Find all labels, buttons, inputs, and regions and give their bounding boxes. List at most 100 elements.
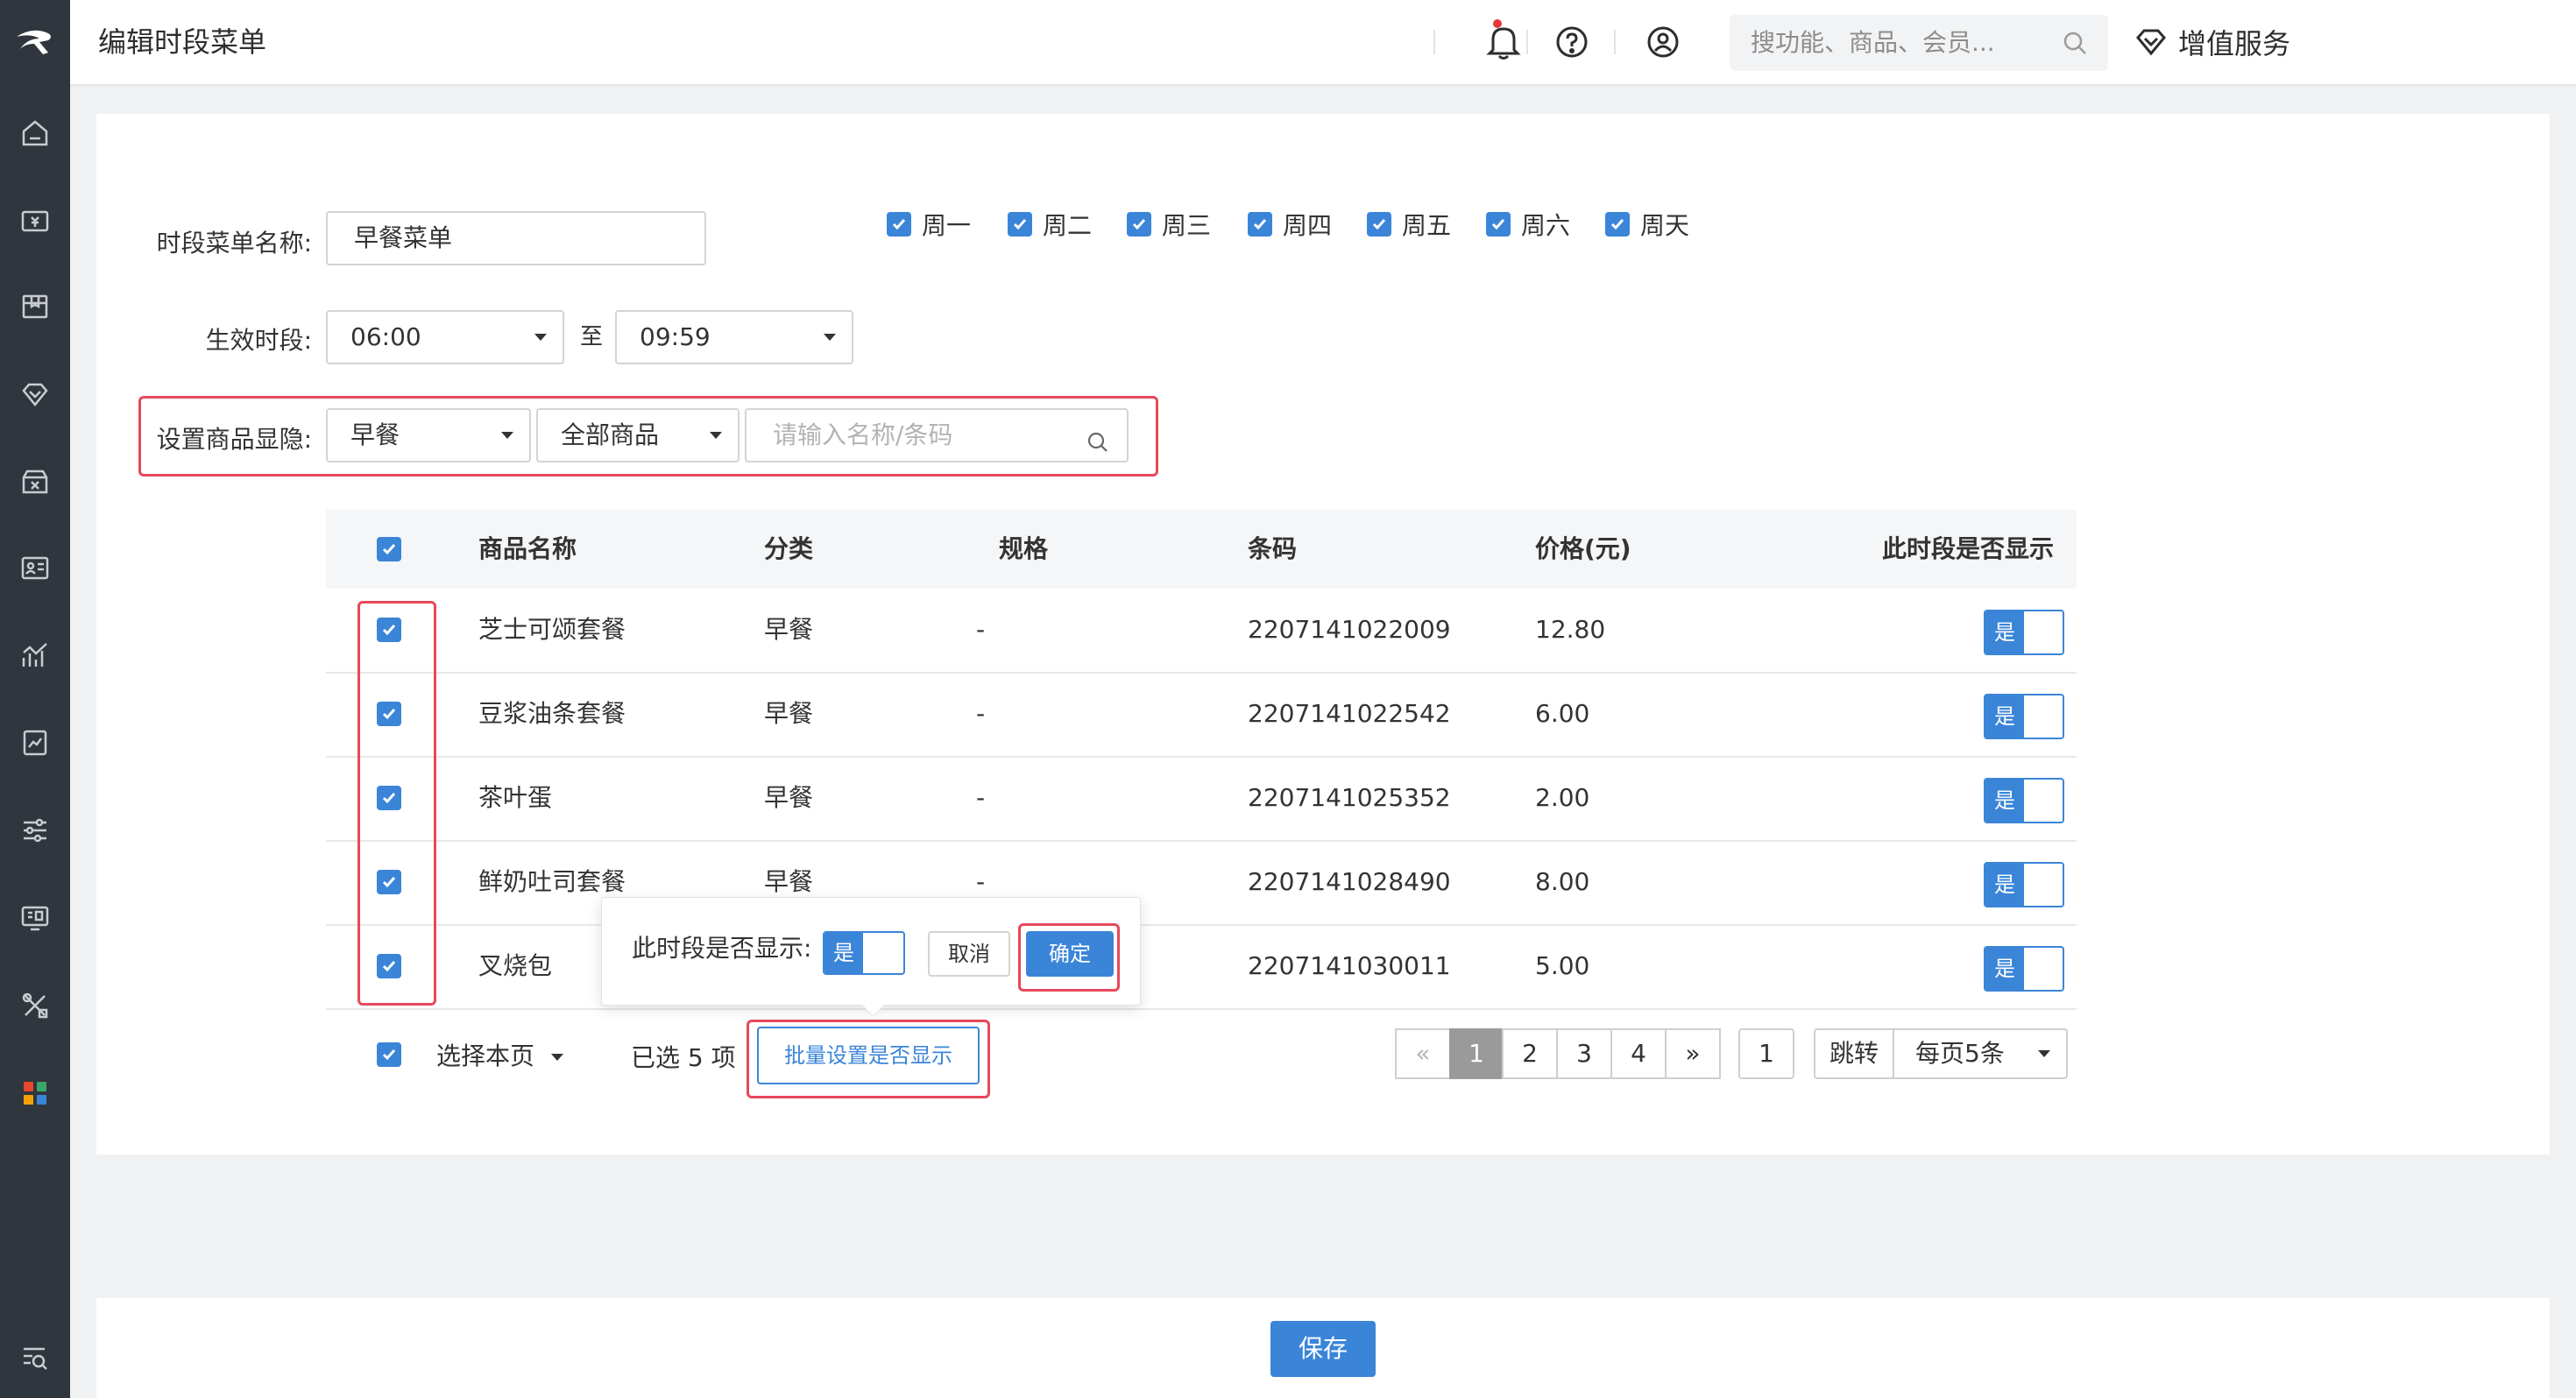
checkbox-checked-icon [1367,212,1391,237]
global-search-input[interactable]: 搜功能、商品、会员... [1730,15,2108,71]
popover-cancel-button[interactable]: 取消 [928,931,1010,977]
col-header-spec: 规格 [999,534,1049,563]
visible-toggle[interactable]: 是 [1984,610,2064,655]
user-account-button[interactable] [1642,21,1684,63]
search-icon[interactable] [2061,29,2089,60]
weekday-checkbox-sun[interactable]: 周天 [1605,207,1689,242]
visible-toggle[interactable]: 是 [1984,778,2064,823]
menu-name-input[interactable]: 早餐菜单 [326,211,706,265]
logo[interactable] [0,0,70,84]
weekday-checkbox-wed[interactable]: 周三 [1127,207,1211,242]
weekday-checkbox-sat[interactable]: 周六 [1486,207,1570,242]
visible-toggle[interactable]: 是 [1984,862,2064,907]
menu-search-icon [24,1347,47,1370]
col-header-name: 商品名称 [478,534,577,563]
page-size-select[interactable]: 每页5条 [1893,1028,2068,1079]
diamond-icon [22,383,48,406]
sidebar-item-apps[interactable] [0,1067,70,1119]
start-time-select[interactable]: 06:00 [326,310,564,364]
toggle-on-label: 是 [1985,780,2024,822]
sidebar-item-goods[interactable] [0,280,70,333]
cell-spec: - [976,699,986,728]
sidebar-item-marketing[interactable] [0,455,70,508]
row-checkbox-highlight [357,601,436,1006]
pagination-page[interactable]: 1 [1449,1028,1504,1079]
cell-price: 12.80 [1535,615,1606,644]
search-icon[interactable] [1085,422,1111,473]
caret-down-icon [2038,1050,2050,1057]
weekday-checkbox-fri[interactable]: 周五 [1367,207,1451,242]
cell-category: 早餐 [764,615,814,644]
checkbox-checked-icon [1486,212,1511,237]
sliders-icon [24,818,46,843]
sidebar-item-search-menu[interactable] [0,1331,70,1384]
pagination-next[interactable]: » [1665,1028,1721,1079]
col-header-category: 分类 [764,534,814,563]
sidebar-item-report[interactable] [0,629,70,681]
sidebar-item-tools[interactable] [0,979,70,1032]
chart-icon [22,643,47,667]
toggle-on-label: 是 [1985,695,2024,738]
weekday-checkbox-tue[interactable]: 周二 [1008,207,1092,242]
weekday-label: 周天 [1640,211,1690,240]
weekday-label: 周五 [1402,211,1452,240]
box-icon [22,294,48,319]
save-button[interactable]: 保存 [1270,1321,1376,1377]
toggle-on-label: 是 [1985,864,2024,906]
pagination-page[interactable]: 3 [1556,1028,1612,1079]
jump-button[interactable]: 跳转 [1814,1028,1894,1079]
checkbox-checked-icon [1605,212,1630,237]
sidebar-item-member[interactable] [0,368,70,420]
pagination-prev[interactable]: « [1395,1028,1451,1079]
batch-button-highlight [747,1020,990,1098]
pagination-page[interactable]: 4 [1610,1028,1667,1079]
col-header-visible: 此时段是否显示 [1881,534,2054,563]
cell-name: 茶叶蛋 [478,783,553,812]
table-row: 茶叶蛋 早餐 - 2207141025352 2.00 是 [326,757,2077,842]
visible-toggle[interactable]: 是 [1984,946,2064,992]
document-chart-icon [23,730,47,756]
sidebar-item-settings[interactable] [0,804,70,857]
visible-toggle[interactable]: 是 [1984,694,2064,739]
header-divider [1614,30,1616,54]
jump-page-input[interactable]: 1 [1738,1028,1794,1079]
select-all-checkbox[interactable] [377,537,401,561]
select-page-label: 选择本页 [436,1041,535,1070]
notification-button[interactable] [1483,21,1525,63]
cell-name: 芝士可颂套餐 [478,615,626,644]
sidebar-item-cashier[interactable] [0,194,70,247]
confirm-button-highlight [1018,923,1120,992]
table-row: 叉烧包 早餐 - 2207141030011 5.00 是 [326,925,2077,1010]
weekday-checkbox-mon[interactable]: 周一 [887,207,971,242]
table-row: 鲜奶吐司套餐 早餐 - 2207141028490 8.00 是 [326,841,2077,926]
toggle-on-label: 是 [824,933,863,973]
help-icon [1556,26,1588,58]
weekday-checkbox-thu[interactable]: 周四 [1248,207,1332,242]
sidebar-item-finance[interactable] [0,717,70,769]
goods-scope-select[interactable]: 全部商品 [536,408,740,462]
cell-price: 2.00 [1535,783,1590,812]
popover-visible-toggle[interactable]: 是 [823,931,905,975]
notification-badge [1493,19,1502,28]
goods-search-input[interactable]: 请输入名称/条码 [745,408,1129,462]
sidebar-item-device[interactable] [0,892,70,944]
end-time-select[interactable]: 09:59 [615,310,853,364]
select-page-checkbox[interactable] [377,1042,401,1067]
global-search-placeholder: 搜功能、商品、会员... [1751,28,1995,57]
cell-name: 豆浆油条套餐 [478,699,626,728]
help-button[interactable] [1551,21,1593,63]
cell-barcode: 2207141022009 [1248,615,1451,644]
value-added-services-button[interactable]: 增值服务 [2134,0,2290,84]
cell-price: 8.00 [1535,867,1590,896]
sidebar-item-home[interactable] [0,107,70,159]
cell-spec: - [976,615,986,644]
sidebar-item-staff[interactable] [0,541,70,594]
id-card-icon [21,556,49,580]
pagination-page[interactable]: 2 [1502,1028,1558,1079]
popover-label: 此时段是否显示: [632,934,812,963]
select-page-dropdown[interactable]: 选择本页 [436,1037,563,1072]
checkbox-checked-icon [887,212,911,237]
user-icon [1647,26,1679,58]
category-select[interactable]: 早餐 [326,408,531,462]
cell-price: 6.00 [1535,699,1590,728]
